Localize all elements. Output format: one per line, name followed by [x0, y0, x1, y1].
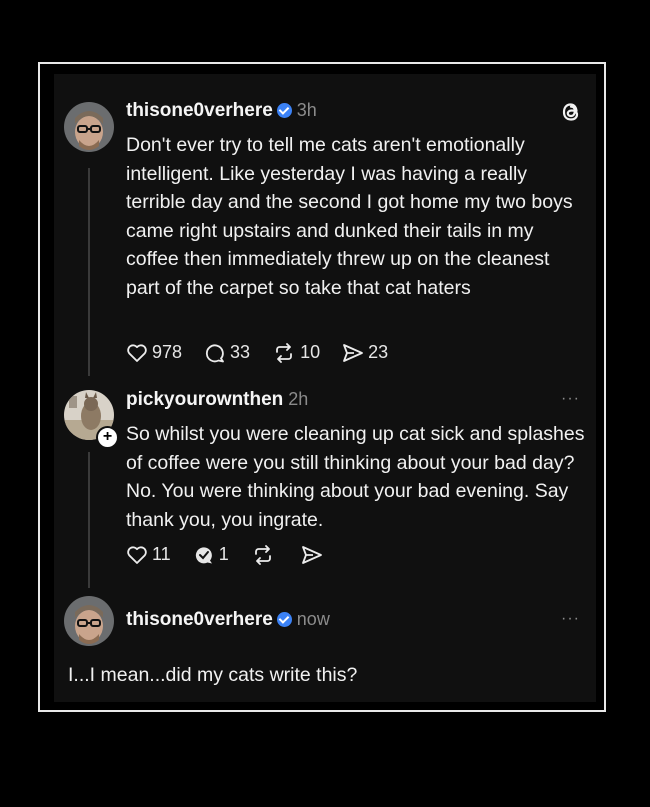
like-count: 11: [152, 544, 171, 564]
thread-connector: [88, 452, 90, 588]
comment-count: 1: [218, 544, 229, 564]
share-button[interactable]: 23: [342, 342, 388, 363]
share-icon: [343, 343, 364, 362]
comment-button[interactable]: 33: [204, 342, 250, 363]
follow-plus-icon[interactable]: +: [96, 426, 119, 449]
post-actions: 11 1: [126, 544, 349, 565]
more-options-icon[interactable]: ···: [561, 610, 580, 628]
share-icon: [301, 545, 322, 564]
post-body: Don't ever try to tell me cats aren't em…: [126, 134, 573, 299]
post-body: So whilst you were cleaning up cat sick …: [126, 423, 585, 531]
heart-icon: [127, 545, 147, 564]
avatar[interactable]: [64, 596, 114, 646]
like-count: 978: [152, 342, 183, 362]
heart-icon: [127, 343, 147, 362]
repost-button[interactable]: [251, 544, 279, 565]
post-time: 2h: [288, 389, 309, 409]
post-username[interactable]: pickyourownthen 2h: [126, 389, 308, 411]
verified-icon: [276, 103, 292, 118]
thread-connector: [88, 168, 90, 376]
post-time: now: [296, 609, 330, 629]
verified-icon: [276, 612, 292, 627]
repost-button[interactable]: 10: [272, 342, 320, 363]
post-actions: 978 33 10 23: [126, 342, 410, 363]
post-time: 3h: [296, 100, 317, 120]
repost-icon: [254, 544, 271, 565]
threads-logo-icon[interactable]: [560, 100, 582, 129]
username-text[interactable]: thisone0verhere: [126, 609, 273, 630]
comment-icon: [206, 344, 224, 362]
comment-button[interactable]: 1: [193, 544, 229, 565]
like-button[interactable]: 11: [126, 544, 171, 565]
post-username[interactable]: thisone0verhere now: [126, 609, 330, 631]
username-text[interactable]: thisone0verhere: [126, 100, 273, 121]
comment-filled-icon: [195, 546, 212, 563]
thread-panel: thisone0verhere 3h Don't ever try to tell…: [54, 74, 596, 702]
repost-icon: [276, 342, 292, 363]
username-text[interactable]: pickyourownthen: [126, 389, 283, 410]
avatar[interactable]: [64, 102, 114, 152]
share-count: 23: [368, 342, 389, 362]
comment-count: 33: [230, 342, 251, 362]
repost-count: 10: [300, 342, 321, 362]
post-username[interactable]: thisone0verhere 3h: [126, 100, 317, 122]
like-button[interactable]: 978: [126, 342, 182, 363]
reply-text: I...I mean...did my cats write this?: [68, 664, 358, 686]
more-options-icon[interactable]: ···: [561, 390, 580, 408]
share-button[interactable]: [301, 545, 327, 565]
